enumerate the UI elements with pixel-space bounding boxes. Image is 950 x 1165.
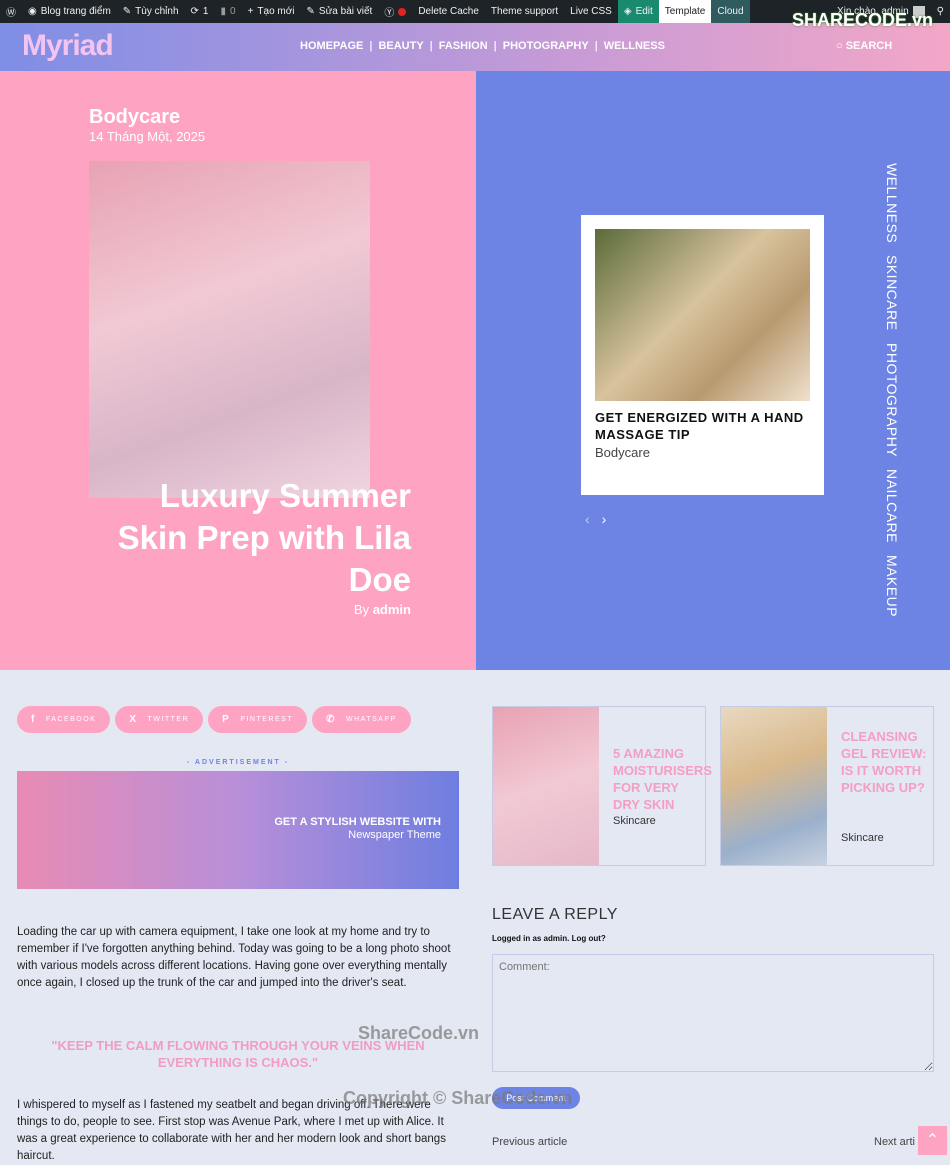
next-article-link[interactable]: Next arti <box>874 1136 915 1148</box>
nav-homepage[interactable]: HOMEPAGE <box>300 40 363 52</box>
template-button[interactable]: Template <box>658 0 712 23</box>
article-paragraph: Loading the car up with camera equipment… <box>17 926 451 989</box>
watermark-text: ShareCode.vn <box>358 1023 480 1043</box>
delete-cache-link[interactable]: Delete Cache <box>412 0 485 23</box>
related-post[interactable]: 5 AMAZING MOISTURISERS FOR VERY DRY SKIN… <box>492 706 712 866</box>
hero-date: 14 Tháng Một, 2025 <box>89 129 206 144</box>
eye-icon: ◈ <box>623 6 632 17</box>
cloud-button[interactable]: Cloud <box>711 0 750 23</box>
site-logo[interactable]: Myriad <box>22 29 114 63</box>
scroll-top-icon[interactable]: ⌃ <box>918 1126 947 1155</box>
logged-in-text[interactable]: Logged in as admin. Log out? <box>492 934 606 943</box>
category-wellness[interactable]: WELLNESS <box>884 163 900 243</box>
nav-fashion[interactable]: FASHION <box>439 40 488 52</box>
brush-icon: ✎ <box>122 6 132 17</box>
related-category[interactable]: Skincare <box>613 815 656 827</box>
dashboard-icon: ◉ <box>28 6 37 17</box>
main-nav: HOMEPAGE | BEAUTY | FASHION | PHOTOGRAPHY | … <box>300 40 665 52</box>
related-image[interactable] <box>493 707 599 865</box>
hero-category[interactable]: Bodycare <box>89 106 180 129</box>
category-nailcare[interactable]: NAILCARE <box>884 469 900 543</box>
admin-edit-post-link[interactable]: ✎ Sửa bài viết <box>301 0 379 23</box>
search-button[interactable]: ○ SEARCH <box>836 40 892 52</box>
wordpress-icon[interactable]: Ⓦ <box>0 0 22 23</box>
pencil-icon: ✎ <box>306 6 315 17</box>
slider-title[interactable]: GET ENERGIZED WITH A HAND MASSAGE TIP <box>595 409 815 443</box>
advertisement-banner[interactable]: GET A STYLISH WEBSITE WITH Newspaper The… <box>17 771 459 889</box>
share-facebook-button[interactable]: f FACEBOOK <box>17 706 111 733</box>
admin-comments-link[interactable]: ▮ 0 <box>214 0 241 23</box>
status-dot-icon <box>398 7 407 16</box>
next-arrow-icon[interactable]: › <box>602 511 607 527</box>
category-list: WELLNESS SKINCARE PHOTOGRAPHY NAILCARE M… <box>884 163 900 617</box>
related-title[interactable]: 5 AMAZING MOISTURISERS FOR VERY DRY SKIN <box>613 745 712 813</box>
slider-section: GET ENERGIZED WITH A HAND MASSAGE TIP Bo… <box>476 71 950 670</box>
facebook-icon: f <box>31 714 36 725</box>
live-css-link[interactable]: Live CSS <box>564 0 618 23</box>
comment-input[interactable] <box>492 954 934 1072</box>
reply-heading: LEAVE A REPLY <box>492 906 618 923</box>
theme-support-link[interactable]: Theme support <box>485 0 564 23</box>
pinterest-icon: P <box>222 714 231 725</box>
admin-site-link[interactable]: ◉ Blog trang điểm <box>22 0 117 23</box>
admin-updates-link[interactable]: ⟳ 1 <box>185 0 215 23</box>
comment-icon: ▮ <box>220 6 226 17</box>
category-makeup[interactable]: MAKEUP <box>884 555 900 617</box>
hero-title[interactable]: Luxury Summer Skin Prep with Lila Doe <box>81 475 411 601</box>
prev-arrow-icon[interactable]: ‹ <box>585 511 590 527</box>
share-twitter-button[interactable]: X TWITTER <box>115 706 204 733</box>
hero-featured-post[interactable]: Bodycare 14 Tháng Một, 2025 Luxury Summe… <box>0 71 476 670</box>
x-icon: X <box>129 714 138 725</box>
nav-photography[interactable]: PHOTOGRAPHY <box>503 40 589 52</box>
ad-subline: Newspaper Theme <box>348 829 441 841</box>
category-skincare[interactable]: SKINCARE <box>884 255 900 331</box>
related-title[interactable]: CLEANSING GEL REVIEW: IS IT WORTH PICKIN… <box>841 728 933 796</box>
admin-customize-link[interactable]: ✎ Tùy chỉnh <box>117 0 185 23</box>
share-whatsapp-button[interactable]: ✆ WHATSAPP <box>312 706 411 733</box>
share-buttons: f FACEBOOK X TWITTER P PINTEREST ✆ WHATSAPP <box>17 706 411 733</box>
related-image[interactable] <box>721 707 827 865</box>
plus-icon: + <box>247 6 254 17</box>
related-post[interactable]: CLEANSING GEL REVIEW: IS IT WORTH PICKIN… <box>720 706 934 866</box>
sharecode-watermark-logo: SHARECODE.vn <box>792 10 934 30</box>
advertisement-label: - ADVERTISEMENT - <box>186 759 290 766</box>
author-link[interactable]: admin <box>373 602 411 617</box>
admin-new-link[interactable]: + Tạo mới <box>242 0 301 23</box>
slider-category[interactable]: Bodycare <box>595 445 650 460</box>
slider-card[interactable]: GET ENERGIZED WITH A HAND MASSAGE TIP Bo… <box>581 215 824 495</box>
search-icon: ○ <box>836 40 846 52</box>
category-photography[interactable]: PHOTOGRAPHY <box>884 343 900 457</box>
hero-image[interactable] <box>89 161 370 498</box>
previous-article-link[interactable]: Previous article <box>492 1136 567 1148</box>
watermark-copyright: Copyright © ShareCode.vn <box>343 1088 573 1108</box>
share-pinterest-button[interactable]: P PINTEREST <box>208 706 308 733</box>
nav-wellness[interactable]: WELLNESS <box>604 40 665 52</box>
whatsapp-icon: ✆ <box>326 714 336 725</box>
yoast-icon[interactable]: Ⓨ <box>378 0 412 23</box>
edit-button[interactable]: ◈ Edit <box>617 0 659 23</box>
ad-headline: GET A STYLISH WEBSITE WITH <box>274 816 441 828</box>
search-icon[interactable]: ⚲ <box>931 0 950 23</box>
refresh-icon: ⟳ <box>190 6 199 17</box>
nav-beauty[interactable]: BEAUTY <box>378 40 423 52</box>
related-category[interactable]: Skincare <box>841 832 884 844</box>
hero-byline: By admin <box>353 602 411 617</box>
slider-image[interactable] <box>595 229 810 401</box>
